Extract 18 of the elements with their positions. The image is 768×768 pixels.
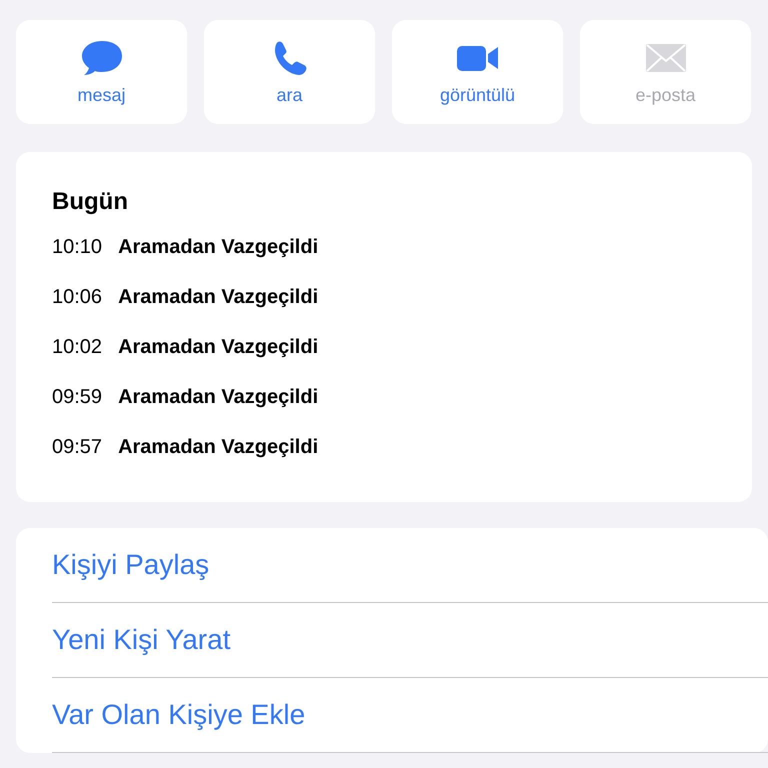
call-status: Aramadan Vazgeçildi bbox=[118, 386, 318, 408]
option-link[interactable]: Yeni Kişi Yarat bbox=[52, 624, 230, 656]
call-status: Aramadan Vazgeçildi bbox=[118, 336, 318, 358]
call-time: 10:06 bbox=[52, 286, 102, 308]
call-time: 10:02 bbox=[52, 336, 102, 358]
option-link[interactable]: Kişiyi Paylaş bbox=[52, 549, 210, 581]
option-link[interactable]: Var Olan Kişiye Ekle bbox=[52, 699, 306, 731]
call-status: Aramadan Vazgeçildi bbox=[118, 236, 318, 258]
phone-button[interactable]: ara bbox=[204, 20, 375, 124]
call-time: 09:57 bbox=[52, 436, 102, 458]
date-heading: Bugün bbox=[52, 188, 129, 216]
message-button[interactable]: mesaj bbox=[16, 20, 187, 124]
call-status: Aramadan Vazgeçildi bbox=[118, 286, 318, 308]
call-time: 10:10 bbox=[52, 236, 102, 258]
video-button[interactable]: görüntülü bbox=[392, 20, 563, 124]
call-status: Aramadan Vazgeçildi bbox=[118, 436, 318, 458]
speech-bubble-icon bbox=[80, 38, 124, 76]
call-time: 09:59 bbox=[52, 386, 102, 408]
